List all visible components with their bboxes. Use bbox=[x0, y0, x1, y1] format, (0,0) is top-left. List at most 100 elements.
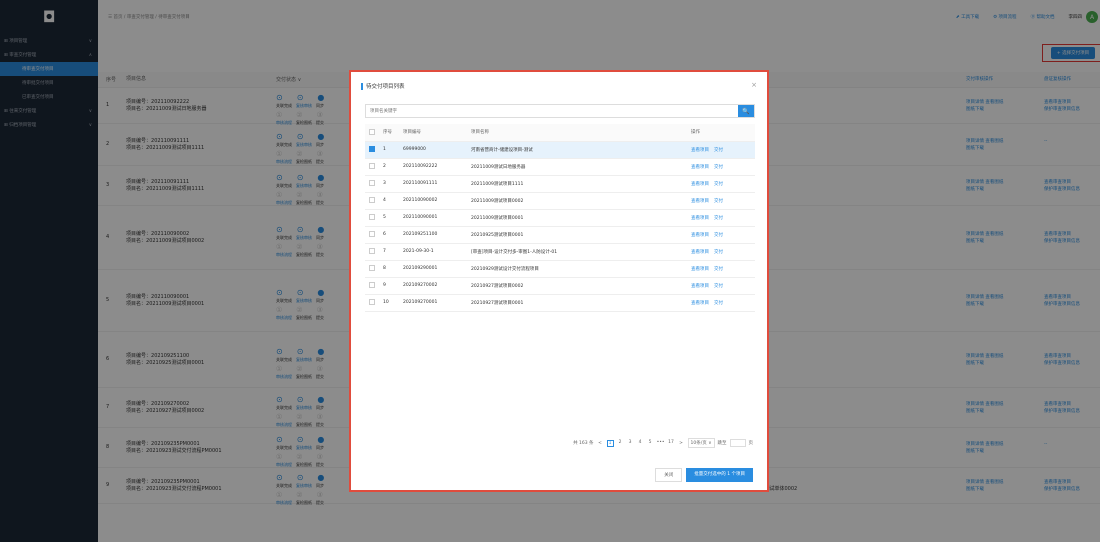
project-row[interactable]: 9 202109270002 20210927测试项目0002 查看项目 交付 bbox=[365, 277, 755, 295]
project-name: 河南省营商计-储建设项目-测试 bbox=[471, 141, 691, 159]
project-row[interactable]: 10 202109270001 20210927测试项目0001 查看项目 交付 bbox=[365, 294, 755, 312]
row-no: 10 bbox=[383, 294, 403, 312]
row-no: 9 bbox=[383, 277, 403, 295]
project-code: 202109270001 bbox=[403, 294, 471, 312]
page-number[interactable]: 17 bbox=[668, 440, 675, 447]
deliver-link[interactable]: 交付 bbox=[714, 233, 723, 238]
deliver-link[interactable]: 交付 bbox=[714, 250, 723, 255]
project-name: 20211009测试项目0001 bbox=[471, 209, 691, 227]
row-no: 1 bbox=[383, 141, 403, 159]
close-button[interactable]: 关闭 bbox=[655, 468, 683, 482]
project-row[interactable]: 7 2021-09-30-1 [审查]项目-设计交付多-审图1-人防设计-01 查看项… bbox=[365, 243, 755, 261]
page-number[interactable]: ••• bbox=[657, 440, 665, 447]
row-actions: 查看项目 交付 bbox=[691, 260, 755, 278]
row-actions: 查看项目 交付 bbox=[691, 294, 755, 312]
row-checkbox[interactable] bbox=[365, 209, 383, 227]
page-number[interactable]: 4 bbox=[637, 440, 644, 447]
goto-label: 跳至 bbox=[717, 441, 727, 446]
row-no: 8 bbox=[383, 260, 403, 278]
project-code: 202110091111 bbox=[403, 175, 471, 193]
project-name: 20211009测试项目1111 bbox=[471, 175, 691, 193]
row-actions: 查看项目 交付 bbox=[691, 277, 755, 295]
page-number[interactable]: 5 bbox=[647, 440, 654, 447]
deliver-link[interactable]: 交付 bbox=[714, 216, 723, 221]
pending-delivery-modal: 待交付项目列表 × 🔍 序号 项目编号 项目名称 操作 169999000河南省… bbox=[349, 70, 769, 492]
project-code: 202110090001 bbox=[403, 209, 471, 227]
deliver-link[interactable]: 交付 bbox=[714, 148, 723, 153]
project-row[interactable]: 3 202110091111 20211009测试项目1111 查看项目 交付 bbox=[365, 175, 755, 193]
deliver-link[interactable]: 交付 bbox=[714, 267, 723, 272]
project-row[interactable]: 6 202109251100 20210925测试项目0001 查看项目 交付 bbox=[365, 226, 755, 244]
total-count: 共 163 条 bbox=[573, 441, 594, 446]
th-code: 项目编号 bbox=[403, 124, 471, 142]
project-name: 20210925测试项目0001 bbox=[471, 226, 691, 244]
view-project-link[interactable]: 查看项目 bbox=[691, 233, 709, 238]
project-code: 202109290001 bbox=[403, 260, 471, 278]
view-project-link[interactable]: 查看项目 bbox=[691, 165, 709, 170]
row-checkbox[interactable] bbox=[365, 243, 383, 261]
row-checkbox[interactable] bbox=[365, 158, 383, 176]
page-number[interactable]: 1 bbox=[606, 439, 614, 447]
project-name: 20210927测试项目0002 bbox=[471, 277, 691, 295]
project-code: 69999000 bbox=[403, 141, 471, 159]
row-actions: 查看项目 交付 bbox=[691, 158, 755, 176]
row-no: 5 bbox=[383, 209, 403, 227]
deliver-link[interactable]: 交付 bbox=[714, 284, 723, 289]
row-no: 2 bbox=[383, 158, 403, 176]
row-no: 7 bbox=[383, 243, 403, 261]
modal-title: 待交付项目列表 bbox=[361, 82, 405, 90]
row-checkbox[interactable] bbox=[365, 175, 383, 193]
project-row[interactable]: 4 202110090002 20211009测试项目0002 查看项目 交付 bbox=[365, 192, 755, 210]
view-project-link[interactable]: 查看项目 bbox=[691, 199, 709, 204]
deliver-link[interactable]: 交付 bbox=[714, 301, 723, 306]
close-icon[interactable]: × bbox=[751, 81, 757, 89]
row-no: 3 bbox=[383, 175, 403, 193]
project-table: 序号 项目编号 项目名称 操作 1 69999000 河南省营商计-储建设项目-测试… bbox=[365, 124, 755, 312]
deliver-link[interactable]: 交付 bbox=[714, 165, 723, 170]
project-name: 20211009测试项目0002 bbox=[471, 192, 691, 210]
search-input[interactable] bbox=[366, 105, 738, 117]
row-checkbox[interactable] bbox=[365, 192, 383, 210]
search-icon[interactable]: 🔍 bbox=[738, 105, 754, 117]
project-row[interactable]: 1 69999000 河南省营商计-储建设项目-测试 查看项目 交付 bbox=[365, 141, 755, 159]
prev-page[interactable]: < bbox=[597, 441, 604, 446]
view-project-link[interactable]: 查看项目 bbox=[691, 182, 709, 187]
row-actions: 查看项目 交付 bbox=[691, 175, 755, 193]
project-name: 20210929测试设计交付流程项目 bbox=[471, 260, 691, 278]
project-code: 202110092222 bbox=[403, 158, 471, 176]
batch-deliver-button[interactable]: 批量交付选中的 1 个项目 bbox=[686, 468, 753, 482]
project-name: 20211009测试日地服务器 bbox=[471, 158, 691, 176]
view-project-link[interactable]: 查看项目 bbox=[691, 284, 709, 289]
row-actions: 查看项目 交付 bbox=[691, 141, 755, 159]
deliver-link[interactable]: 交付 bbox=[714, 199, 723, 204]
th-name: 项目名称 bbox=[471, 124, 691, 142]
row-checkbox[interactable] bbox=[365, 294, 383, 312]
project-code: 2021-09-30-1 bbox=[403, 243, 471, 261]
goto-input[interactable] bbox=[729, 439, 746, 447]
project-code: 202110090002 bbox=[403, 192, 471, 210]
row-checkbox[interactable] bbox=[365, 226, 383, 244]
row-checkbox[interactable] bbox=[365, 260, 383, 278]
page-number[interactable]: 2 bbox=[617, 440, 624, 447]
row-checkbox[interactable] bbox=[365, 141, 383, 159]
view-project-link[interactable]: 查看项目 bbox=[691, 267, 709, 272]
page-number[interactable]: 3 bbox=[627, 440, 634, 447]
th-op: 操作 bbox=[691, 124, 755, 142]
select-all-checkbox[interactable] bbox=[365, 124, 383, 142]
row-checkbox[interactable] bbox=[365, 277, 383, 295]
row-no: 4 bbox=[383, 192, 403, 210]
next-page[interactable]: > bbox=[678, 441, 685, 446]
row-actions: 查看项目 交付 bbox=[691, 226, 755, 244]
view-project-link[interactable]: 查看项目 bbox=[691, 216, 709, 221]
deliver-link[interactable]: 交付 bbox=[714, 182, 723, 187]
project-code: 202109251100 bbox=[403, 226, 471, 244]
view-project-link[interactable]: 查看项目 bbox=[691, 250, 709, 255]
pagination: 共 163 条 < 1 2 3 4 5 ••• 17 > 10条/页 ∨ 跳至 页 bbox=[573, 438, 753, 448]
page-size-select[interactable]: 10条/页 ∨ bbox=[687, 438, 715, 448]
project-row[interactable]: 5 202110090001 20211009测试项目0001 查看项目 交付 bbox=[365, 209, 755, 227]
view-project-link[interactable]: 查看项目 bbox=[691, 301, 709, 306]
project-row[interactable]: 2 202110092222 20211009测试日地服务器 查看项目 交付 bbox=[365, 158, 755, 176]
project-row[interactable]: 8 202109290001 20210929测试设计交付流程项目 查看项目 交付 bbox=[365, 260, 755, 278]
project-code: 202109270002 bbox=[403, 277, 471, 295]
view-project-link[interactable]: 查看项目 bbox=[691, 148, 709, 153]
